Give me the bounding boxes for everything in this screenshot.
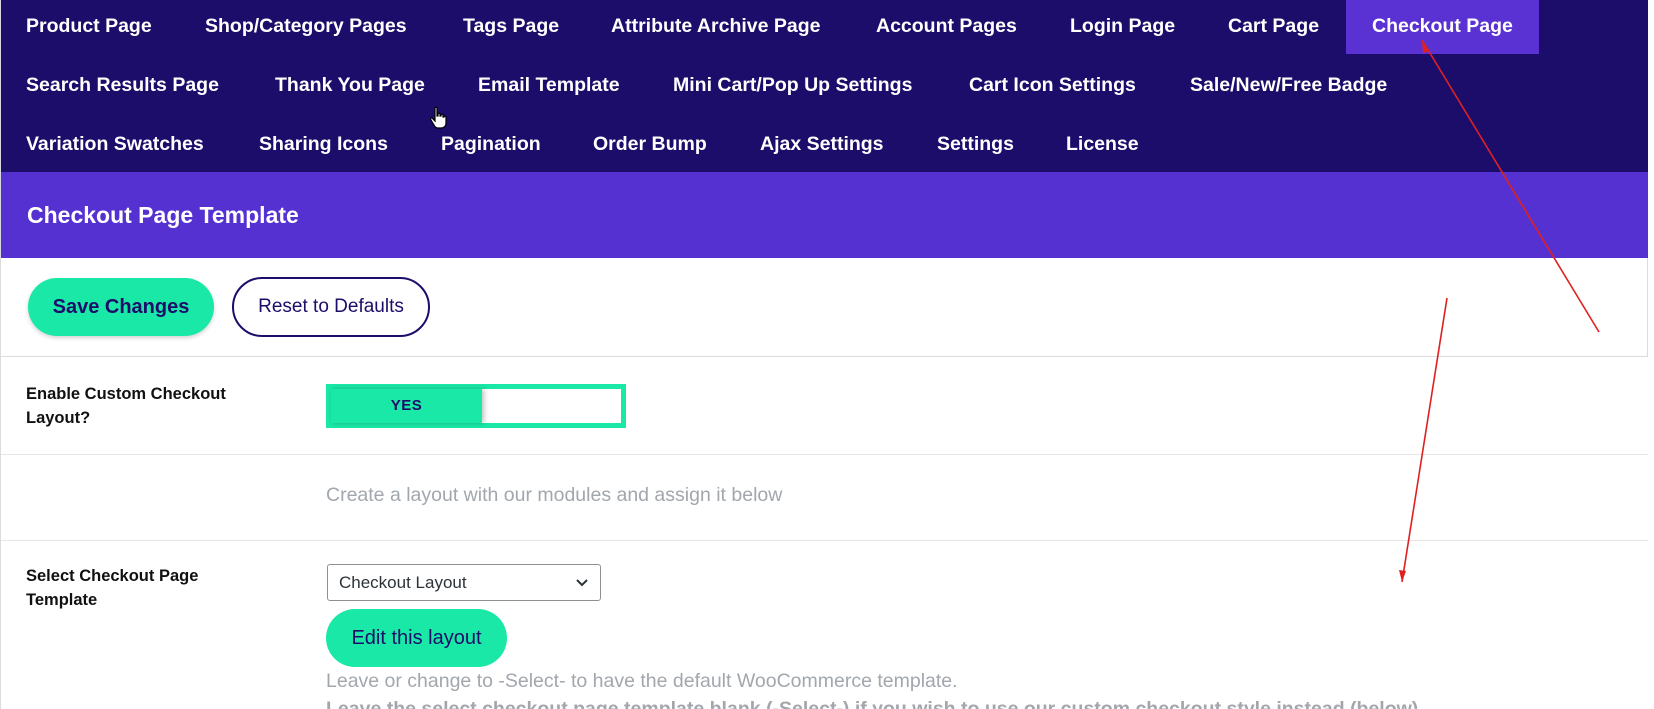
nav-row-3: Variation Swatches Sharing Icons Paginat…: [1, 118, 1648, 172]
layout-hint-text: Create a layout with our modules and ass…: [326, 484, 783, 506]
tab-thank-you-page[interactable]: Thank You Page: [275, 59, 425, 113]
toggle-yes-label: YES: [331, 389, 482, 423]
tab-attribute-archive-page[interactable]: Attribute Archive Page: [611, 0, 821, 54]
template-select[interactable]: Checkout Layout: [327, 564, 601, 601]
tab-sale-new-free-badge[interactable]: Sale/New/Free Badge: [1190, 59, 1387, 113]
template-select-value: Checkout Layout: [339, 573, 467, 592]
setting-row-enable-custom: Enable Custom Checkout Layout? YES: [1, 357, 1648, 455]
nav-row-1: Product Page Shop/Category Pages Tags Pa…: [1, 0, 1648, 54]
save-changes-button[interactable]: Save Changes: [28, 278, 214, 336]
tab-order-bump[interactable]: Order Bump: [593, 118, 707, 172]
nav-row-2: Search Results Page Thank You Page Email…: [1, 59, 1648, 113]
enable-custom-toggle[interactable]: YES: [326, 384, 626, 428]
tab-pagination[interactable]: Pagination: [441, 118, 541, 172]
enable-custom-label: Enable Custom Checkout Layout?: [26, 385, 226, 427]
tab-tags-page[interactable]: Tags Page: [463, 0, 559, 54]
hand-cursor-icon: [430, 106, 447, 129]
action-bar: Save Changes Reset to Defaults: [0, 258, 1648, 357]
tab-sharing-icons[interactable]: Sharing Icons: [259, 118, 388, 172]
page-title: Checkout Page Template: [27, 202, 299, 228]
tab-search-results-page[interactable]: Search Results Page: [26, 59, 219, 113]
tab-mini-cart-settings[interactable]: Mini Cart/Pop Up Settings: [673, 59, 912, 113]
template-note-bold: Leave the select checkout page template …: [326, 698, 1419, 709]
settings-tab-nav: Product Page Shop/Category Pages Tags Pa…: [0, 0, 1648, 172]
edit-layout-button[interactable]: Edit this layout: [326, 609, 507, 667]
setting-row-hint: Create a layout with our modules and ass…: [1, 455, 1648, 541]
tab-license[interactable]: License: [1066, 118, 1139, 172]
tab-login-page[interactable]: Login Page: [1070, 0, 1175, 54]
template-note: Leave or change to -Select- to have the …: [326, 670, 958, 692]
tab-cart-icon-settings[interactable]: Cart Icon Settings: [969, 59, 1136, 113]
settings-form: Enable Custom Checkout Layout? YES Creat…: [0, 357, 1648, 709]
tab-variation-swatches[interactable]: Variation Swatches: [26, 118, 204, 172]
tab-product-page[interactable]: Product Page: [26, 0, 152, 54]
tab-checkout-page[interactable]: Checkout Page: [1346, 0, 1539, 54]
tab-cart-page[interactable]: Cart Page: [1228, 0, 1319, 54]
tab-account-pages[interactable]: Account Pages: [876, 0, 1017, 54]
tab-email-template[interactable]: Email Template: [478, 59, 620, 113]
tab-settings[interactable]: Settings: [937, 118, 1014, 172]
tab-ajax-settings[interactable]: Ajax Settings: [760, 118, 884, 172]
chevron-down-icon: [576, 579, 588, 587]
section-header: Checkout Page Template: [0, 172, 1648, 258]
tab-shop-category-pages[interactable]: Shop/Category Pages: [205, 0, 407, 54]
reset-defaults-button[interactable]: Reset to Defaults: [232, 277, 430, 337]
template-select-label: Select Checkout Page Template: [26, 567, 199, 609]
